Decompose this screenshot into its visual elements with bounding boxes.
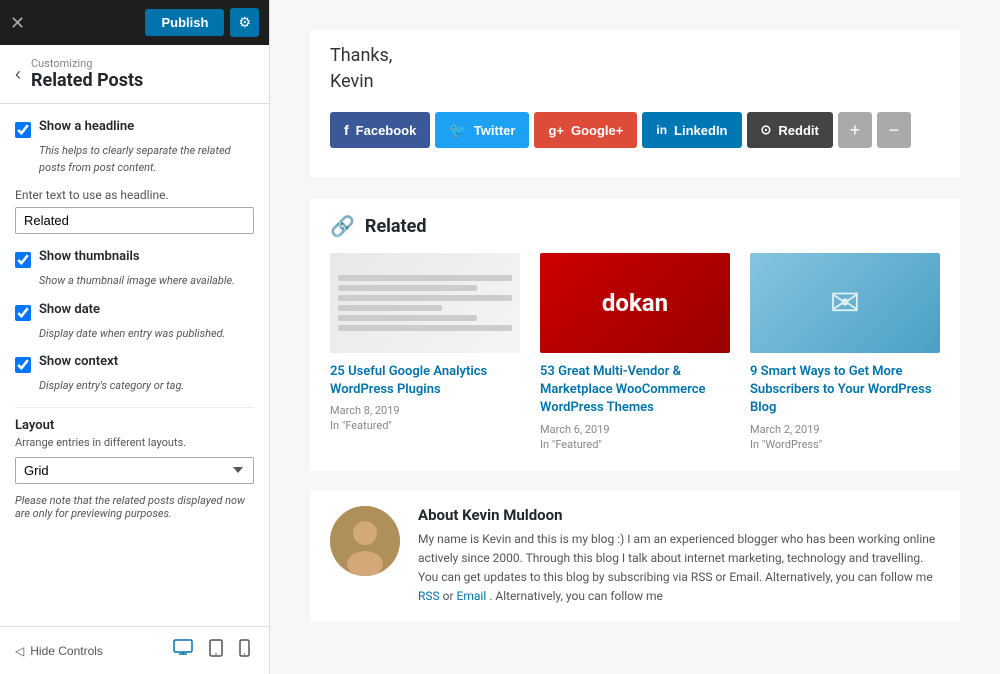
top-bar: ✕ Publish ⚙ — [0, 0, 269, 45]
thanks-line1: Thanks, — [330, 45, 940, 66]
close-icon: ✕ — [10, 14, 25, 32]
twitter-share-button[interactable]: 🐦 Twitter — [435, 112, 529, 148]
about-content: About Kevin Muldoon My name is Kevin and… — [418, 506, 940, 607]
hide-controls-label: Hide Controls — [30, 644, 103, 658]
rss-link[interactable]: RSS — [418, 589, 440, 603]
back-text: Customizing Related Posts — [31, 57, 143, 91]
posts-grid: 25 Useful Google Analytics WordPress Plu… — [330, 253, 940, 451]
twitter-label: Twitter — [474, 123, 516, 138]
envelope-icon: ✉ — [830, 282, 860, 324]
reddit-icon: ⊙ — [761, 122, 772, 138]
facebook-label: Facebook — [356, 123, 417, 138]
post-card: dokan 53 Great Multi-Vendor & Marketplac… — [540, 253, 730, 451]
post-thumbnail-3: ✉ — [750, 253, 940, 353]
post-title-1[interactable]: 25 Useful Google Analytics WordPress Plu… — [330, 363, 520, 399]
customizing-label: Customizing — [31, 57, 143, 70]
back-button[interactable]: ‹ — [15, 64, 21, 85]
show-thumbnails-desc: Show a thumbnail image where available. — [39, 273, 254, 290]
panel-content: Show a headline This helps to clearly se… — [0, 104, 269, 626]
gear-icon: ⚙ — [238, 14, 251, 30]
post-title-2[interactable]: 53 Great Multi-Vendor & Marketplace WooC… — [540, 363, 730, 418]
bottom-bar: ◁ Hide Controls — [0, 626, 269, 674]
show-context-checkbox[interactable] — [15, 357, 31, 373]
headline-input[interactable] — [15, 207, 254, 234]
panel-title: Related Posts — [31, 70, 143, 91]
about-section: About Kevin Muldoon My name is Kevin and… — [310, 491, 960, 622]
divider — [15, 407, 254, 408]
show-thumbnails-checkbox[interactable] — [15, 252, 31, 268]
show-headline-checkbox[interactable] — [15, 122, 31, 138]
show-context-desc: Display entry's category or tag. — [39, 378, 254, 395]
post-category-2: In "Featured" — [540, 438, 730, 451]
google-label: Google+ — [571, 123, 623, 138]
show-thumbnails-row: Show thumbnails — [15, 249, 254, 268]
show-context-label[interactable]: Show context — [39, 354, 118, 369]
show-headline-desc: This helps to clearly separate the relat… — [39, 143, 254, 176]
related-section-title: Related — [365, 216, 427, 237]
device-switcher — [169, 637, 254, 664]
show-headline-label[interactable]: Show a headline — [39, 119, 134, 134]
reddit-share-button[interactable]: ⊙ Reddit — [747, 112, 833, 148]
eye-icon: ◁ — [15, 644, 24, 658]
facebook-icon: f — [344, 122, 349, 138]
related-header: 🔗 Related — [330, 214, 940, 238]
linkedin-label: LinkedIn — [674, 123, 727, 138]
post-card: ✉ 9 Smart Ways to Get More Subscribers t… — [750, 253, 940, 451]
add-social-button[interactable]: + — [838, 112, 872, 148]
post-thumbnail-2: dokan — [540, 253, 730, 353]
remove-social-button[interactable]: − — [877, 112, 911, 148]
post-date-1: March 8, 2019 — [330, 404, 520, 417]
show-thumbnails-label[interactable]: Show thumbnails — [39, 249, 140, 264]
dokan-logo: dokan — [602, 289, 668, 317]
post-category-3: In "WordPress" — [750, 438, 940, 451]
show-date-label[interactable]: Show date — [39, 302, 100, 317]
show-date-row: Show date — [15, 302, 254, 321]
facebook-share-button[interactable]: f Facebook — [330, 112, 430, 148]
related-icon: 🔗 — [330, 214, 355, 238]
about-name: About Kevin Muldoon — [418, 506, 940, 524]
publish-button[interactable]: Publish — [145, 9, 224, 36]
google-share-button[interactable]: g+ Google+ — [534, 112, 637, 148]
linkedin-icon: in — [656, 123, 667, 137]
headline-field-label: Enter text to use as headline. — [15, 188, 254, 202]
show-context-row: Show context — [15, 354, 254, 373]
post-title-3[interactable]: 9 Smart Ways to Get More Subscribers to … — [750, 363, 940, 418]
post-thumbnail-1 — [330, 253, 520, 353]
email-link[interactable]: Email — [457, 589, 487, 603]
post-category-1: In "Featured" — [330, 419, 520, 432]
post-date-2: March 6, 2019 — [540, 423, 730, 436]
tablet-view-button[interactable] — [205, 637, 227, 664]
show-date-checkbox[interactable] — [15, 305, 31, 321]
show-date-desc: Display date when entry was published. — [39, 326, 254, 343]
thanks-section: Thanks, Kevin f Facebook 🐦 Twitter g+ Go… — [310, 30, 960, 179]
back-bar: ‹ Customizing Related Posts — [0, 45, 269, 104]
post-date-3: March 2, 2019 — [750, 423, 940, 436]
layout-desc: Arrange entries in different layouts. — [15, 436, 254, 449]
mobile-view-button[interactable] — [235, 637, 254, 664]
desktop-view-button[interactable] — [169, 637, 197, 664]
layout-select[interactable]: Grid List Carousel — [15, 457, 254, 484]
reddit-label: Reddit — [778, 123, 818, 138]
customizer-panel: ✕ Publish ⚙ ‹ Customizing Related Posts … — [0, 0, 270, 674]
related-posts-section: 🔗 Related 25 Useful Google Analytics Wor… — [310, 199, 960, 471]
gear-button[interactable]: ⚙ — [230, 8, 259, 37]
chevron-left-icon: ‹ — [15, 64, 21, 84]
google-icon: g+ — [548, 123, 564, 138]
close-button[interactable]: ✕ — [10, 14, 25, 32]
author-avatar — [330, 506, 400, 576]
publish-area: Publish ⚙ — [145, 8, 259, 37]
layout-label: Layout — [15, 418, 254, 433]
preview-note: Please note that the related posts displ… — [15, 494, 254, 520]
thanks-line2: Kevin — [330, 71, 940, 92]
show-headline-row: Show a headline — [15, 119, 254, 138]
social-buttons: f Facebook 🐦 Twitter g+ Google+ in Linke… — [330, 112, 940, 148]
linkedin-share-button[interactable]: in LinkedIn — [642, 112, 741, 148]
blog-preview: Thanks, Kevin f Facebook 🐦 Twitter g+ Go… — [270, 0, 1000, 674]
post-card: 25 Useful Google Analytics WordPress Plu… — [330, 253, 520, 451]
hide-controls-button[interactable]: ◁ Hide Controls — [15, 644, 103, 658]
about-text: My name is Kevin and this is my blog :) … — [418, 530, 940, 607]
twitter-icon: 🐦 — [449, 122, 466, 139]
